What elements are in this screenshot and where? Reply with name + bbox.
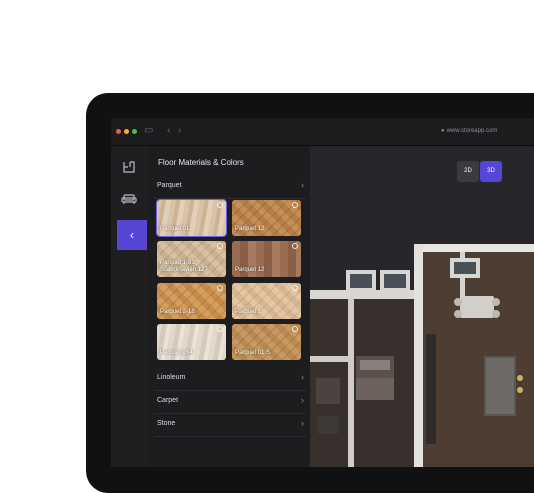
material-name: Parquet 01 xyxy=(160,226,190,232)
lock-icon: ● xyxy=(441,128,445,134)
material-name: Parquet 264 xyxy=(160,350,193,356)
close-window-button[interactable] xyxy=(116,129,121,134)
favorite-icon[interactable] xyxy=(217,326,223,332)
favorite-icon[interactable] xyxy=(217,285,223,291)
back-chevron-icon[interactable]: ‹ xyxy=(117,220,147,250)
view-2d-button[interactable]: 2D xyxy=(457,161,479,182)
browser-toolbar: ▭ ‹ › ● www.storeapp.com xyxy=(111,118,534,146)
section-label: Linoleum xyxy=(157,374,186,381)
section-linoleum[interactable]: Linoleum › xyxy=(154,368,306,391)
view-mode-toggle: 2D 3D xyxy=(457,161,503,182)
chevron-right-icon: › xyxy=(301,372,304,382)
favorite-icon[interactable] xyxy=(292,326,298,332)
panel-title: Floor Materials & Colors xyxy=(158,158,244,167)
material-grid: Parquet 01 Parquet 12 Parquet 1-81 Scand… xyxy=(156,199,302,364)
chevron-right-icon: › xyxy=(301,418,304,428)
material-swatch[interactable]: Parquet 2-18 xyxy=(157,283,226,319)
sofa-icon[interactable] xyxy=(116,188,142,210)
material-name: Parquet 12 xyxy=(235,226,265,232)
favorite-icon[interactable] xyxy=(292,202,298,208)
chevron-right-icon: › xyxy=(301,180,304,190)
section-label: Stone xyxy=(157,420,176,427)
app-window: ▭ ‹ › ● www.storeapp.com ‹ Floor Material… xyxy=(111,118,534,467)
material-swatch[interactable]: Parquet 01 xyxy=(156,199,227,237)
materials-panel: Floor Materials & Colors Parquet › Parqu… xyxy=(148,146,310,467)
favorite-icon[interactable] xyxy=(217,243,223,249)
favorite-icon[interactable] xyxy=(217,202,223,208)
3d-floor-plan-view[interactable] xyxy=(310,238,534,467)
material-swatch[interactable]: Parquet 1-81 Scandinavian 127 xyxy=(157,241,226,277)
material-swatch[interactable]: Parquet 1 xyxy=(232,283,301,319)
material-name: Parquet 12 xyxy=(235,267,265,273)
address-bar[interactable]: ● www.storeapp.com xyxy=(441,126,531,137)
minimize-window-button[interactable] xyxy=(124,129,129,134)
favorite-icon[interactable] xyxy=(292,243,298,249)
material-name: Parquet 1-81 Scandinavian 127 xyxy=(160,260,208,273)
section-label: Carpet xyxy=(157,397,179,404)
material-name: Parquet 2-18 xyxy=(160,309,195,315)
section-parquet[interactable]: Parquet › xyxy=(154,176,306,199)
chevron-right-icon: › xyxy=(301,395,304,405)
url-text: www.storeapp.com xyxy=(446,128,498,134)
view-3d-button[interactable]: 3D xyxy=(480,161,502,182)
favorite-icon[interactable] xyxy=(292,285,298,291)
material-name: Parquet 1 xyxy=(235,309,262,315)
material-swatch[interactable]: Parquet 01 S xyxy=(232,324,301,360)
forward-icon[interactable]: › xyxy=(178,124,181,138)
tool-rail: ‹ xyxy=(111,146,149,467)
material-name: Parquet 01 S xyxy=(235,350,271,356)
floor-plan-icon[interactable] xyxy=(116,156,142,178)
material-swatch[interactable]: Parquet 12 xyxy=(232,200,301,236)
back-icon[interactable]: ‹ xyxy=(167,124,170,138)
section-stone[interactable]: Stone › xyxy=(154,414,306,437)
section-label: Parquet xyxy=(157,182,182,189)
maximize-window-button[interactable] xyxy=(132,129,137,134)
section-carpet[interactable]: Carpet › xyxy=(154,391,306,414)
material-swatch[interactable]: Parquet 264 xyxy=(157,324,226,360)
material-swatch[interactable]: Parquet 12 xyxy=(232,241,301,277)
sidebar-toggle-icon[interactable]: ▭ xyxy=(144,124,153,138)
